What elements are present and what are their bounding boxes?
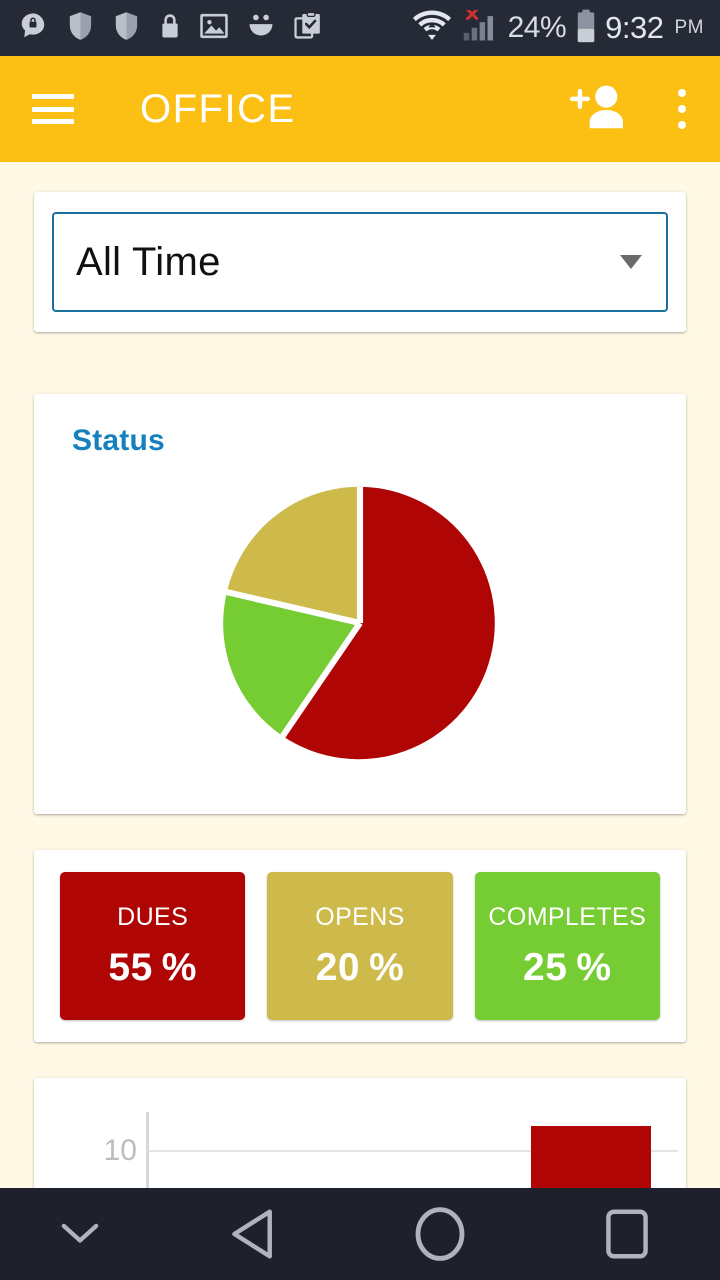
stat-value: 25 xyxy=(523,945,568,989)
stat-value-wrap: 25% xyxy=(523,946,612,990)
status-bar: 24% 9:32 PM xyxy=(0,0,720,56)
chevron-down-icon xyxy=(620,255,642,269)
lock-chat-icon xyxy=(18,11,48,46)
back-button[interactable] xyxy=(160,1208,347,1260)
home-button[interactable] xyxy=(347,1206,534,1262)
bar-chart-card: 10 0 11 xyxy=(34,1078,686,1188)
hamburger-menu-icon[interactable] xyxy=(32,94,74,124)
image-icon xyxy=(200,12,228,45)
stat-label: DUES xyxy=(117,902,189,931)
app-bar: OFFICE xyxy=(0,56,720,162)
stat-value: 20 xyxy=(315,945,361,989)
battery-icon xyxy=(575,9,597,48)
bar-chart-bar[interactable]: 11 xyxy=(531,1126,651,1188)
app-bar-actions xyxy=(569,83,694,136)
time-range-selected-value: All Time xyxy=(76,239,221,284)
lock-icon xyxy=(159,12,181,45)
y-axis-tick-10: 10 xyxy=(103,1134,137,1167)
chevron-down-icon xyxy=(61,1223,99,1243)
bar-chart-plot: 10 0 11 xyxy=(104,1112,678,1188)
stat-value-wrap: 55% xyxy=(108,946,197,990)
clipboard-check-icon xyxy=(294,11,322,45)
stat-unit: % xyxy=(161,945,197,989)
shield-icon xyxy=(67,11,94,46)
shield-icon xyxy=(113,11,140,46)
add-person-icon[interactable] xyxy=(569,83,626,136)
battery-percent-label: 24% xyxy=(507,11,567,44)
status-bar-system-icons: 24% 9:32 PM xyxy=(412,7,704,48)
time-range-dropdown[interactable]: All Time xyxy=(52,212,668,312)
status-bar-notification-icons xyxy=(18,11,412,46)
back-triangle-icon xyxy=(232,1209,273,1259)
stat-label: COMPLETES xyxy=(488,902,647,931)
recents-button[interactable] xyxy=(533,1208,720,1260)
smiley-icon xyxy=(247,12,275,45)
hide-keyboard-button[interactable] xyxy=(0,1221,160,1247)
wifi-transfer-icon xyxy=(412,9,452,47)
stat-unit: % xyxy=(576,945,612,989)
clock-time: 9:32 xyxy=(605,10,664,45)
main-content: All Time Status DUES 55 % OPENS 20 % COM… xyxy=(0,162,720,1188)
stat-value: 55 xyxy=(108,945,153,989)
page-title: OFFICE xyxy=(140,86,296,131)
phone-screen: 24% 9:32 PM OFFICE All Time Status DUES … xyxy=(0,0,720,1280)
overflow-menu-icon[interactable] xyxy=(670,85,694,133)
stat-label: OPENS xyxy=(315,902,405,931)
stats-card: DUES 55% OPENS 20% COMPLETES 25% xyxy=(34,850,686,1042)
status-chart-card: Status xyxy=(34,394,686,814)
status-section-title: Status xyxy=(72,424,165,457)
stat-tile-dues[interactable]: DUES 55% xyxy=(60,872,246,1020)
clock-meridiem: PM xyxy=(674,17,704,38)
home-circle-icon xyxy=(415,1207,465,1261)
stat-tile-opens[interactable]: OPENS 20% xyxy=(267,872,453,1020)
pie-chart-svg xyxy=(223,486,495,760)
stat-tile-completes[interactable]: COMPLETES 25% xyxy=(474,872,660,1020)
android-navigation-bar xyxy=(0,1188,720,1280)
stat-unit: % xyxy=(369,945,405,989)
filter-card: All Time xyxy=(34,192,686,332)
stat-value-wrap: 20% xyxy=(316,946,405,990)
recents-square-icon xyxy=(605,1209,648,1259)
pie-chart[interactable] xyxy=(34,484,686,762)
signal-bars-no-service-icon xyxy=(462,7,496,47)
